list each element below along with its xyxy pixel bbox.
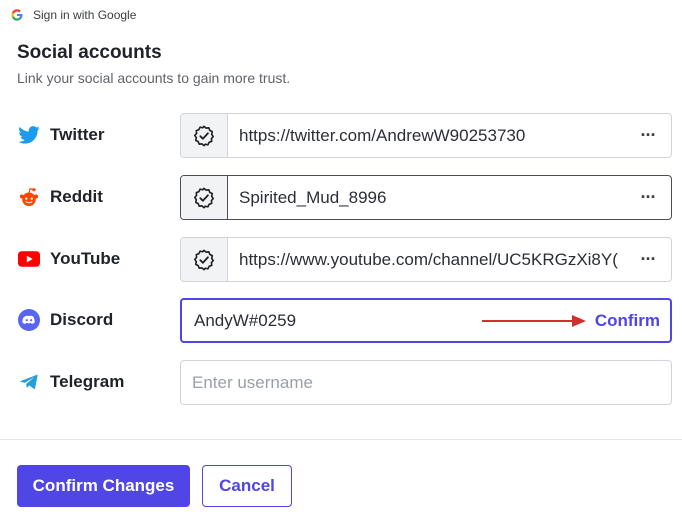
youtube-url-value[interactable]: https://www.youtube.com/channel/UC5KRGzX… [228,250,625,270]
telegram-username-input[interactable]: Enter username [181,373,671,393]
discord-icon [18,309,40,331]
account-label-reddit: Reddit [50,187,103,206]
account-label-telegram: Telegram [50,372,125,391]
account-row-youtube: YouTube https://www.youtube.com/channel/… [0,237,682,283]
account-row-telegram: Telegram Enter username [0,360,682,406]
cancel-button[interactable]: Cancel [202,465,292,507]
account-label-twitter: Twitter [50,125,105,144]
twitter-icon [18,124,40,146]
more-options-icon[interactable]: ··· [625,114,671,157]
verified-badge-icon [181,114,228,157]
more-options-icon[interactable]: ··· [625,238,671,281]
confirm-changes-button[interactable]: Confirm Changes [17,465,190,507]
divider [0,439,682,440]
google-icon [11,9,23,21]
arrow-right-icon [482,315,586,327]
discord-field[interactable]: AndyW#0259 Confirm [180,298,672,343]
discord-confirm-button[interactable]: Confirm [595,311,660,331]
telegram-field[interactable]: Enter username [180,360,672,405]
reddit-field[interactable]: Spirited_Mud_8996 ··· [180,175,672,220]
account-row-twitter: Twitter https://twitter.com/AndrewW90253… [0,113,682,159]
account-label-discord: Discord [50,310,114,329]
verified-badge-icon [181,176,228,219]
account-row-discord: Discord AndyW#0259 Confirm [0,298,682,344]
reddit-icon [18,186,40,208]
youtube-field[interactable]: https://www.youtube.com/channel/UC5KRGzX… [180,237,672,282]
google-signin-label: Sign in with Google [33,8,137,22]
more-options-icon[interactable]: ··· [625,176,671,219]
account-label-youtube: YouTube [50,249,121,268]
twitter-url-value[interactable]: https://twitter.com/AndrewW90253730 [228,126,625,146]
twitter-field[interactable]: https://twitter.com/AndrewW90253730 ··· [180,113,672,158]
account-row-reddit: Reddit Spirited_Mud_8996 ··· [0,175,682,221]
verified-badge-icon [181,238,228,281]
telegram-icon [18,371,40,393]
youtube-icon [18,248,40,270]
google-signin-bar[interactable]: Sign in with Google [0,0,682,30]
reddit-username-value[interactable]: Spirited_Mud_8996 [228,188,625,208]
page-subtitle: Link your social accounts to gain more t… [17,70,291,86]
page-title: Social accounts [17,42,162,63]
